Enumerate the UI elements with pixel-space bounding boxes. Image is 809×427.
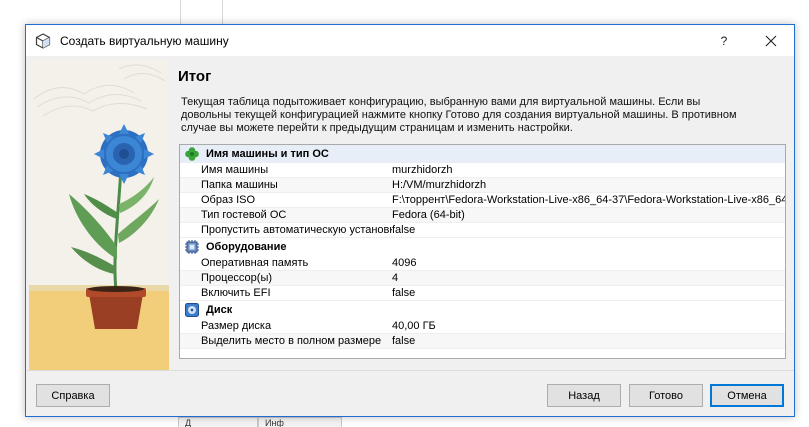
title-bar: Создать виртуальную машину ? bbox=[26, 25, 794, 56]
dialog-footer: Справка Назад Готово Отмена bbox=[26, 370, 794, 416]
summary-row: Оперативная память 4096 bbox=[180, 256, 785, 271]
row-value: murzhidorzh bbox=[392, 164, 453, 176]
row-value: false bbox=[392, 224, 416, 236]
back-button[interactable]: Назад bbox=[547, 384, 621, 407]
disk-icon bbox=[185, 303, 199, 317]
row-value: Fedora (64-bit) bbox=[392, 209, 465, 221]
section-title: Оборудование bbox=[206, 241, 287, 253]
row-key: Тип гостевой ОС bbox=[201, 209, 287, 221]
page-title: Итог bbox=[178, 68, 212, 85]
section-title: Диск bbox=[206, 304, 233, 316]
row-key: Процессор(ы) bbox=[201, 272, 273, 284]
background-scrollbar bbox=[795, 0, 809, 427]
section-name-and-os[interactable]: Имя машины и тип ОС bbox=[180, 145, 785, 163]
finish-button[interactable]: Готово bbox=[629, 384, 703, 407]
row-key: Размер диска bbox=[201, 320, 272, 332]
row-key: Включить EFI bbox=[201, 287, 271, 299]
row-key: Выделить место в полном размере bbox=[201, 335, 382, 347]
section-title: Имя машины и тип ОС bbox=[206, 148, 329, 160]
section-hardware[interactable]: Оборудование bbox=[180, 238, 785, 256]
help-button[interactable]: Справка bbox=[36, 384, 110, 407]
summary-row: Выделить место в полном размере false bbox=[180, 334, 785, 349]
row-key: Оперативная память bbox=[201, 257, 309, 269]
background-tab[interactable]: Д bbox=[178, 417, 258, 427]
close-icon bbox=[765, 35, 777, 46]
window-title: Создать виртуальную машину bbox=[60, 33, 229, 48]
cancel-button[interactable]: Отмена bbox=[710, 384, 784, 407]
background-app-left bbox=[0, 0, 24, 427]
wizard-content: Итог Текущая таблица подытоживает конфиг… bbox=[26, 56, 794, 372]
row-value: false bbox=[392, 287, 416, 299]
summary-row: Пропустить автоматическую установку false bbox=[180, 223, 785, 238]
page-description: Текущая таблица подытоживает конфигураци… bbox=[181, 96, 737, 134]
summary-row: Размер диска 40,00 ГБ bbox=[180, 319, 785, 334]
row-value: false bbox=[392, 335, 416, 347]
background-tab[interactable]: Инф bbox=[258, 417, 342, 427]
row-value: H:/VM/murzhidorzh bbox=[392, 179, 487, 191]
close-button[interactable] bbox=[748, 25, 794, 56]
summary-row: Тип гостевой ОС Fedora (64-bit) bbox=[180, 208, 785, 223]
clover-icon bbox=[185, 147, 199, 161]
create-vm-dialog: Создать виртуальную машину ? Итог Текуща… bbox=[25, 24, 795, 417]
row-key: Папка машины bbox=[201, 179, 278, 191]
section-disk[interactable]: Диск bbox=[180, 301, 785, 319]
help-title-button[interactable]: ? bbox=[706, 25, 742, 56]
summary-row: Образ ISO F:\торрент\Fedora-Workstation-L… bbox=[180, 193, 785, 208]
row-key: Образ ISO bbox=[201, 194, 256, 206]
flower-illustration bbox=[29, 59, 169, 371]
row-value: F:\торрент\Fedora-Workstation-Live-x86_6… bbox=[392, 194, 785, 206]
summary-row: Включить EFI false bbox=[180, 286, 785, 301]
chip-icon bbox=[185, 240, 199, 254]
row-value: 4 bbox=[392, 272, 399, 284]
row-value: 4096 bbox=[392, 257, 417, 269]
row-key: Имя машины bbox=[201, 164, 269, 176]
row-key: Пропустить автоматическую установку bbox=[201, 224, 392, 236]
summary-row: Процессор(ы) 4 bbox=[180, 271, 785, 286]
virtualbox-cube-icon bbox=[35, 32, 51, 49]
summary-row: Имя машины murzhidorzh bbox=[180, 163, 785, 178]
row-value: 40,00 ГБ bbox=[392, 320, 436, 332]
background-tabs: Д Инф bbox=[178, 417, 342, 427]
summary-row: Папка машины H:/VM/murzhidorzh bbox=[180, 178, 785, 193]
summary-tree[interactable]: Имя машины и тип ОС Имя машины murzhidorz… bbox=[179, 144, 786, 359]
